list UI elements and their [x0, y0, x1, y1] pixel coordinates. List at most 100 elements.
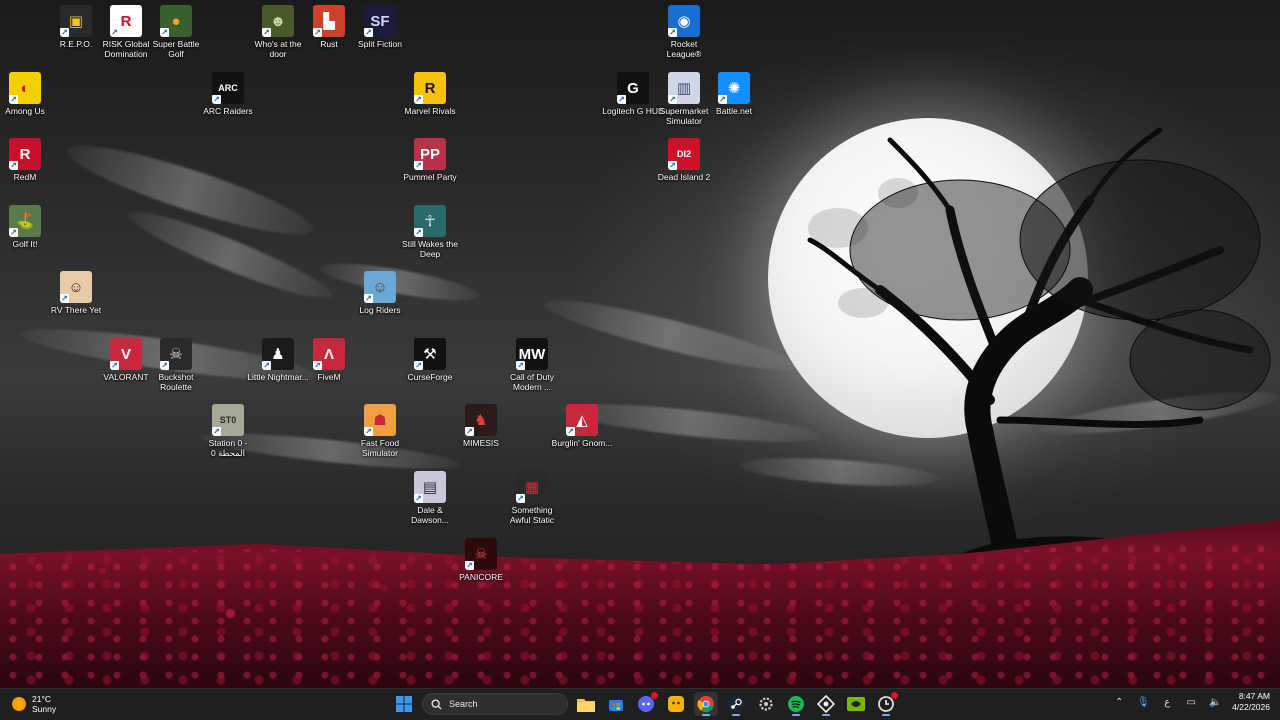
clock-time: 8:47 AM	[1238, 691, 1270, 701]
chrome-icon	[697, 696, 714, 713]
shortcut-arrow-icon: ↗	[668, 95, 677, 104]
shortcut-arrow-icon: ↗	[668, 161, 677, 170]
desktop-icon[interactable]: Λ ↗ FiveM	[299, 338, 359, 382]
discord-button[interactable]	[634, 692, 658, 716]
app-glyph: ▙	[323, 13, 335, 30]
shortcut-arrow-icon: ↗	[313, 361, 322, 370]
app-glyph: ☠	[169, 346, 183, 363]
shortcut-arrow-icon: ↗	[566, 427, 575, 436]
desktop-icon[interactable]: DI2 ↗ Dead Island 2	[654, 138, 714, 182]
weather-condition: Sunny	[32, 704, 57, 714]
desktop-icon[interactable]: ♞ ↗ MIMESIS	[451, 404, 511, 448]
speaker-icon[interactable]: 🔈	[1208, 697, 1222, 708]
desktop-icon-label: Something Awful Static	[509, 505, 555, 525]
shortcut-arrow-icon: ↗	[160, 28, 169, 37]
app-icon: ▦ ↗	[516, 471, 548, 503]
app-icon: ⚒ ↗	[414, 338, 446, 370]
desktop-icon[interactable]: SF ↗ Split Fiction	[350, 5, 410, 49]
app-glyph: PP	[419, 145, 440, 163]
desktop-icon-label: Station 0 - المحطة 0	[208, 438, 248, 458]
microphone-icon[interactable]: 🎙	[1136, 697, 1150, 708]
desktop-icon[interactable]: ✺ ↗ Battle.net	[704, 72, 764, 116]
desktop-icon-label: Golf It!	[12, 239, 38, 249]
shortcut-arrow-icon: ↗	[9, 161, 18, 170]
desktop-icon[interactable]: ☺ ↗ Log Riders	[350, 271, 410, 315]
shortcut-arrow-icon: ↗	[414, 95, 423, 104]
shortcut-arrow-icon: ↗	[364, 28, 373, 37]
notification-badge	[891, 692, 898, 699]
desktop-icon[interactable]: R ↗ Marvel Rivals	[400, 72, 460, 116]
app-icon: ▙ ↗	[313, 5, 345, 37]
capture-app-button[interactable]	[814, 692, 838, 716]
spotify-button[interactable]	[784, 692, 808, 716]
start-button[interactable]	[392, 692, 416, 716]
app-glyph: ♟	[271, 346, 285, 363]
shortcut-arrow-icon: ↗	[617, 95, 626, 104]
desktop-icon-label: Rocket League®	[666, 39, 702, 59]
app-glyph: ▥	[676, 80, 692, 97]
capture-icon	[817, 695, 835, 713]
shortcut-arrow-icon: ↗	[414, 494, 423, 503]
app-glyph: ST0	[219, 415, 237, 425]
shortcut-arrow-icon: ↗	[414, 361, 423, 370]
app-glyph: ☻	[270, 12, 286, 30]
desktop-icon-label: Dale & Dawson...	[411, 505, 449, 525]
app-icon: ▣ ↗	[60, 5, 92, 37]
desktop-icon[interactable]: ⚒ ↗ CurseForge	[400, 338, 460, 382]
app-glyph: ♞	[474, 412, 488, 429]
desktop-icon[interactable]: ● ↗ Super Battle Golf	[146, 5, 206, 59]
desktop-icon[interactable]: ▤ ↗ Dale & Dawson...	[400, 471, 460, 525]
desktop-icon[interactable]: ☺ ↗ RV There Yet	[46, 271, 106, 315]
desktop-icon-label: Among Us	[5, 106, 45, 116]
desktop-icon[interactable]: ☠ ↗ Buckshot Roulette	[146, 338, 206, 392]
app-glyph: ▦	[524, 479, 540, 496]
shortcut-arrow-icon: ↗	[160, 361, 169, 370]
desktop-icon[interactable]: ☗ ↗ Fast Food Simulator	[350, 404, 410, 458]
desktop-icon[interactable]: ☥ ↗ Still Wakes the Deep	[400, 205, 460, 259]
ghub-button[interactable]	[874, 692, 898, 716]
weather-widget[interactable]: 21°C Sunny	[12, 694, 56, 714]
desktop-icon[interactable]: ▦ ↗ Something Awful Static	[502, 471, 562, 525]
desktop-icon[interactable]: ☠ ↗ PANICORE	[451, 538, 511, 582]
notification-badge	[651, 692, 658, 699]
desktop-icon[interactable]: R ↗ RedM	[0, 138, 55, 182]
app-glyph: ✺	[727, 80, 741, 97]
app-icon: ✺ ↗	[718, 72, 750, 104]
desktop-icon-label: Still Wakes the Deep	[402, 239, 458, 259]
app-icon: R ↗	[110, 5, 142, 37]
desktop-icon[interactable]: MW ↗ Call of Duty Modern ...	[502, 338, 562, 392]
app-icon: ☠ ↗	[160, 338, 192, 370]
shortcut-arrow-icon: ↗	[364, 427, 373, 436]
app-icon: SF ↗	[364, 5, 396, 37]
network-icon[interactable]: ▭	[1184, 697, 1198, 708]
nvidia-button[interactable]	[844, 692, 868, 716]
desktop-icon[interactable]: ARC ↗ ARC Raiders	[198, 72, 258, 116]
app-icon: R ↗	[9, 138, 41, 170]
taskbar-search-box[interactable]: Search	[422, 693, 568, 715]
desktop-icon[interactable]: ST0 ↗ Station 0 - المحطة 0	[198, 404, 258, 458]
chrome-button[interactable]	[694, 692, 718, 716]
file-explorer-button[interactable]	[574, 692, 598, 716]
taskbar-app-yellow-button[interactable]	[664, 692, 688, 716]
desktop-icon[interactable]: ◭ ↗ Burglin' Gnom...	[552, 404, 612, 448]
app-glyph: V	[120, 345, 131, 363]
taskbar-clock[interactable]: 8:47 AM 4/22/2026	[1232, 691, 1270, 713]
desktop-icon[interactable]: PP ↗ Pummel Party	[400, 138, 460, 182]
desktop-icon[interactable]: ⛳ ↗ Golf It!	[0, 205, 55, 249]
microsoft-store-button[interactable]	[604, 692, 628, 716]
settings-button[interactable]	[754, 692, 778, 716]
shortcut-arrow-icon: ↗	[414, 228, 423, 237]
shortcut-arrow-icon: ↗	[212, 95, 221, 104]
shortcut-arrow-icon: ↗	[516, 361, 525, 370]
system-tray: ⌃ 🎙 ع ▭ 🔈 8:47 AM 4/22/2026	[1112, 691, 1270, 713]
shortcut-arrow-icon: ↗	[668, 28, 677, 37]
shortcut-arrow-icon: ↗	[364, 294, 373, 303]
store-icon	[609, 700, 623, 711]
desktop-icon[interactable]: ◐ ↗ Among Us	[0, 72, 55, 116]
chevron-up-icon[interactable]: ⌃	[1112, 697, 1126, 708]
desktop-icon[interactable]: ◉ ↗ Rocket League®	[654, 5, 714, 59]
language-indicator[interactable]: ع	[1160, 697, 1174, 708]
shortcut-arrow-icon: ↗	[262, 28, 271, 37]
app-icon: MW ↗	[516, 338, 548, 370]
steam-button[interactable]	[724, 692, 748, 716]
